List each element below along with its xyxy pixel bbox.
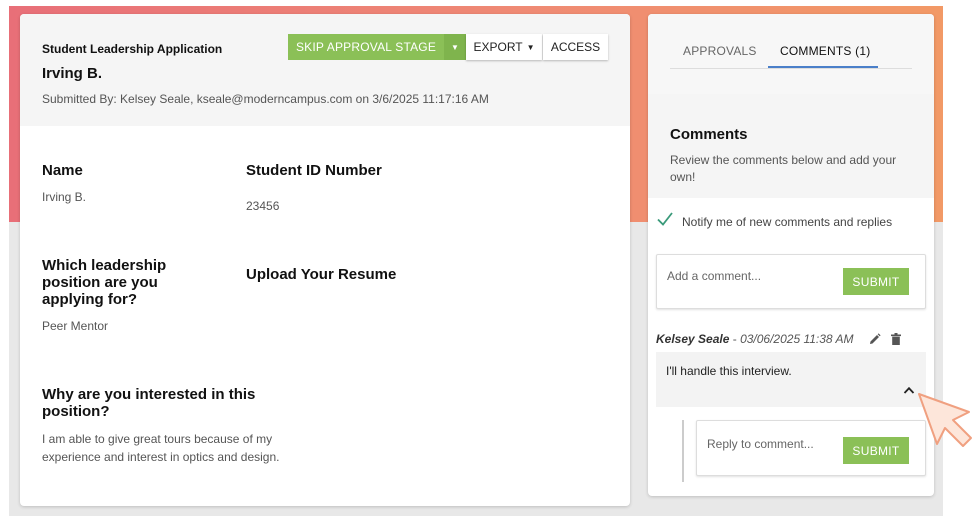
student-id-value: 23456: [246, 199, 280, 213]
tab-comments[interactable]: COMMENTS (1): [780, 44, 870, 58]
interest-value: I am able to give great tours because of…: [42, 432, 280, 464]
thread-line: [682, 420, 684, 482]
add-comment-input[interactable]: [667, 267, 837, 285]
applicant-name: Irving B.: [42, 65, 103, 82]
caret-down-icon: ▼: [451, 42, 459, 52]
comment-date: 03/06/2025 11:38 AM: [740, 332, 854, 346]
comment-body: I'll handle this interview.: [656, 352, 926, 407]
add-comment-box: SUBMIT: [656, 254, 926, 309]
comment-author: Kelsey Seale: [656, 332, 730, 346]
submitted-by: Submitted By: Kelsey Seale, kseale@moder…: [42, 92, 489, 106]
comments-card: APPROVALS COMMENTS (1) Comments Review t…: [648, 14, 934, 496]
comments-title: Comments: [670, 126, 748, 143]
access-button[interactable]: ACCESS: [543, 34, 608, 60]
caret-down-icon: ▼: [526, 42, 535, 52]
application-header: Student Leadership Application Irving B.…: [20, 14, 630, 126]
pencil-icon[interactable]: [869, 333, 881, 345]
name-value: Irving B.: [42, 190, 87, 204]
tabs-bar: APPROVALS COMMENTS (1): [648, 14, 934, 94]
active-tab-indicator: [768, 66, 878, 68]
student-id-label: Student ID Number: [246, 162, 382, 179]
comment-separator: -: [729, 332, 741, 346]
cursor-arrow-icon: [918, 393, 972, 447]
tabs-divider: [670, 68, 912, 69]
export-label: EXPORT: [473, 40, 523, 54]
application-card: Student Leadership Application Irving B.…: [20, 14, 630, 506]
skip-options-dropdown[interactable]: ▼: [444, 34, 466, 60]
reply-input[interactable]: [707, 435, 837, 453]
check-icon[interactable]: [656, 210, 674, 228]
name-label: Name: [42, 162, 83, 179]
resume-label: Upload Your Resume: [246, 266, 397, 283]
notify-label[interactable]: Notify me of new comments and replies: [682, 215, 892, 229]
trash-icon[interactable]: [891, 333, 901, 345]
comment-text: I'll handle this interview.: [666, 364, 792, 378]
position-value: Peer Mentor: [42, 319, 109, 333]
submit-comment-button[interactable]: SUBMIT: [843, 268, 909, 295]
interest-label: Why are you interested in this position?: [42, 386, 256, 420]
page-background: Student Leadership Application Irving B.…: [9, 6, 943, 516]
skip-approval-stage-button[interactable]: SKIP APPROVAL STAGE: [288, 34, 444, 60]
comment-meta: Kelsey Seale - 03/06/2025 11:38 AM: [656, 332, 853, 346]
comments-description: Review the comments below and add your o…: [670, 153, 897, 184]
submit-reply-button[interactable]: SUBMIT: [843, 437, 909, 464]
export-button[interactable]: EXPORT ▼: [466, 34, 542, 60]
form-title: Student Leadership Application: [42, 42, 223, 56]
position-label: Which leadership position are you applyi…: [42, 257, 167, 308]
reply-box: SUBMIT: [696, 420, 926, 476]
tab-approvals[interactable]: APPROVALS: [683, 44, 757, 58]
chevron-up-icon[interactable]: [903, 385, 915, 395]
